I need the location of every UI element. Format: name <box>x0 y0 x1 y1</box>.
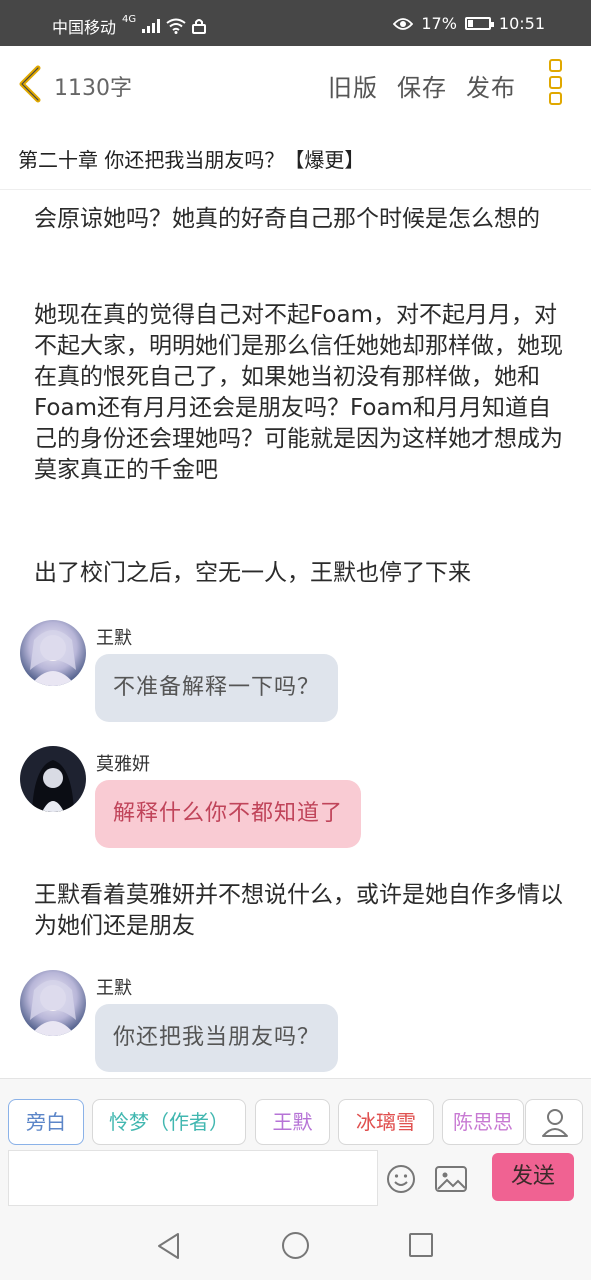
role-author[interactable]: 怜梦（作者） <box>92 1099 246 1145</box>
story-paragraph: 她现在真的觉得自己对不起Foam，对不起月月，对不起大家，明明她们是那么信任她她… <box>34 302 563 483</box>
eye-comfort-icon <box>393 17 414 30</box>
message-bubble[interactable]: 你还把我当朋友吗？ <box>95 1004 339 1072</box>
status-left: 中国移动 4G <box>52 14 207 38</box>
send-button[interactable]: 发送 <box>492 1153 574 1201</box>
user-icon <box>542 1109 568 1137</box>
lock-icon <box>192 19 207 34</box>
role-bing-li-xue[interactable]: 冰璃雪 <box>338 1099 434 1145</box>
chapter-title[interactable]: 第二十章 你还把我当朋友吗？【爆更】 <box>18 144 364 173</box>
nav-back-icon[interactable] <box>156 1232 182 1260</box>
chapter-header: 第二十章 你还把我当朋友吗？【爆更】 <box>0 120 591 190</box>
story-paragraph: 会原谅她吗？她真的好奇自己那个时候是怎么想的 <box>34 206 540 232</box>
role-narration[interactable]: 旁白 <box>8 1099 84 1145</box>
story-paragraph: 出了校门之后，空无一人，王默也停了下来 <box>34 560 471 586</box>
network-label: 4G <box>122 14 137 25</box>
avatar <box>20 970 86 1036</box>
back-arrow-icon[interactable] <box>14 64 46 104</box>
wifi-icon <box>166 18 186 34</box>
sender-name: 王默 <box>96 628 132 649</box>
story-paragraph: 王默看着莫雅妍并不想说什么，或许是她自作多情以为她们还是朋友 <box>34 882 563 939</box>
avatar <box>20 620 86 686</box>
battery-percent: 17% <box>421 14 457 33</box>
battery-icon <box>464 17 494 30</box>
clock: 10:51 <box>498 14 545 33</box>
message-bubble[interactable]: 不准备解释一下吗？ <box>95 654 339 722</box>
old-version-button[interactable]: 旧版 <box>328 68 378 103</box>
system-nav-bar <box>0 1208 591 1280</box>
save-button[interactable]: 保存 <box>397 68 447 103</box>
role-wang-mo[interactable]: 王默 <box>255 1099 330 1145</box>
image-icon[interactable] <box>434 1164 468 1194</box>
message-bubble[interactable]: 解释什么你不都知道了 <box>95 780 362 848</box>
add-character-button[interactable] <box>525 1099 583 1145</box>
word-count: 1130字 <box>54 76 132 101</box>
more-menu-icon[interactable] <box>549 59 565 105</box>
status-bar: 中国移动 4G 17% 10:51 <box>0 0 591 46</box>
message-input[interactable] <box>8 1150 378 1206</box>
role-selector: 旁白 怜梦（作者） 王默 冰璃雪 陈思思 <box>0 1078 591 1148</box>
sender-name: 莫雅妍 <box>96 754 150 775</box>
input-bar: 发送 <box>0 1148 591 1208</box>
editor-toolbar: 1130字 旧版 保存 发布 <box>0 46 591 120</box>
avatar <box>20 746 86 812</box>
story-content: 会原谅她吗？她真的好奇自己那个时候是怎么想的 她现在真的觉得自己对不起Foam，… <box>0 190 591 1076</box>
nav-home-icon[interactable] <box>282 1232 309 1259</box>
role-chen-si-si[interactable]: 陈思思 <box>442 1099 524 1145</box>
signal-icon <box>142 19 161 33</box>
publish-button[interactable]: 发布 <box>466 68 516 103</box>
emoji-icon[interactable] <box>386 1164 416 1194</box>
status-right: 17% 10:51 <box>393 14 545 33</box>
nav-recent-apps-icon[interactable] <box>409 1233 433 1257</box>
carrier-label: 中国移动 <box>52 18 117 37</box>
sender-name: 王默 <box>96 978 132 999</box>
